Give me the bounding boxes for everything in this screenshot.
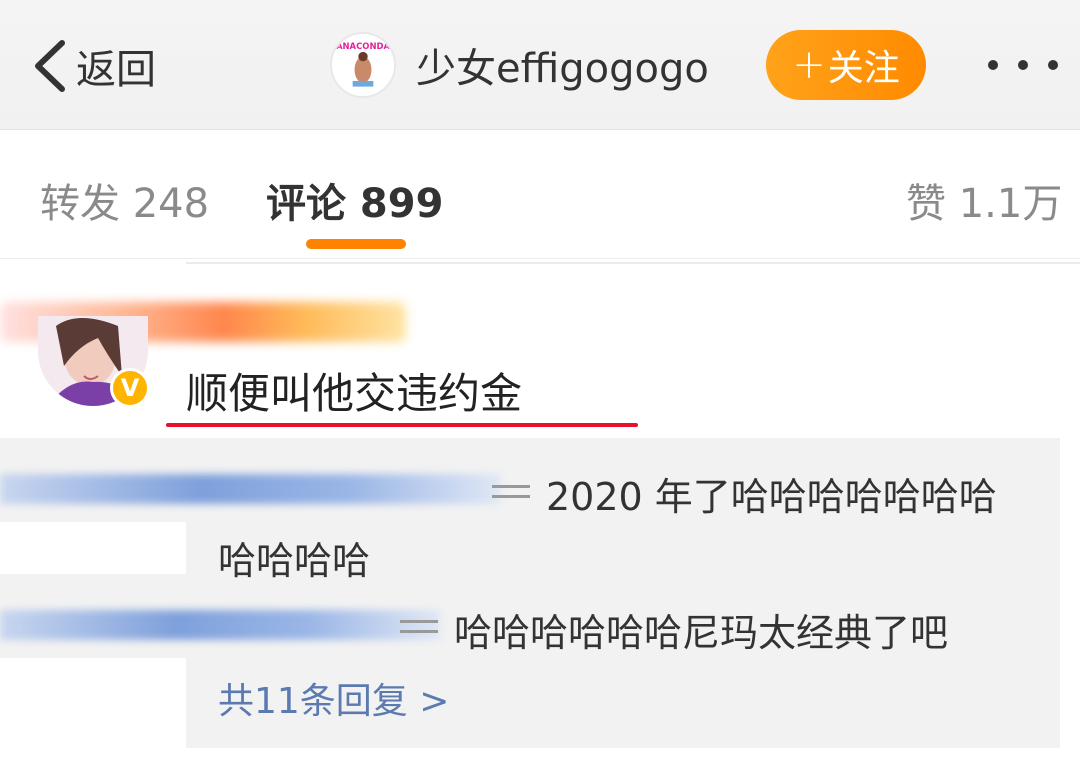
- more-options-icon[interactable]: [988, 55, 1058, 75]
- back-label: 返回: [76, 47, 156, 93]
- author-header[interactable]: ANACONDA 少女effigogogo: [330, 32, 709, 98]
- author-name[interactable]: 少女effigogogo: [416, 36, 709, 94]
- reply-text: 哈哈哈哈哈哈尼玛太经典了吧: [454, 611, 949, 655]
- follow-button[interactable]: + 关注: [766, 30, 926, 100]
- navigation-bar: 返回 ANACONDA 少女effigogogo + 关注: [0, 0, 1080, 130]
- svg-text:ANACONDA: ANACONDA: [336, 41, 391, 51]
- divider: [186, 262, 1080, 264]
- blurred-reply-username: [0, 610, 440, 640]
- chevron-left-icon: [35, 40, 65, 92]
- follow-label: 关注: [827, 48, 900, 89]
- view-all-replies-link[interactable]: 共11条回复 >: [218, 672, 449, 724]
- tab-likes[interactable]: 赞 1.1万: [906, 171, 1062, 229]
- reply-text: 哈哈哈哈: [218, 539, 371, 583]
- name-separator: [492, 485, 530, 488]
- active-tab-indicator: [306, 239, 406, 249]
- tab-comments[interactable]: 评论 899: [266, 171, 443, 229]
- name-separator: [400, 630, 438, 633]
- back-button[interactable]: 返回: [30, 36, 156, 96]
- name-separator: [400, 620, 438, 623]
- blurred-reply-username: [0, 474, 500, 504]
- plus-icon: +: [792, 42, 826, 88]
- highlight-underline: [166, 423, 638, 427]
- verified-badge-icon: V: [110, 368, 150, 408]
- name-separator: [492, 495, 530, 498]
- avatar-image: ANACONDA: [332, 34, 394, 96]
- comment-text: 顺便叫他交违约金: [186, 369, 523, 418]
- tab-reposts[interactable]: 转发 248: [40, 171, 209, 229]
- tab-bar: 转发 248 评论 899 赞 1.1万: [0, 131, 1080, 259]
- author-avatar[interactable]: ANACONDA: [330, 32, 396, 98]
- reply-text: 2020 年了哈哈哈哈哈哈哈: [546, 475, 997, 519]
